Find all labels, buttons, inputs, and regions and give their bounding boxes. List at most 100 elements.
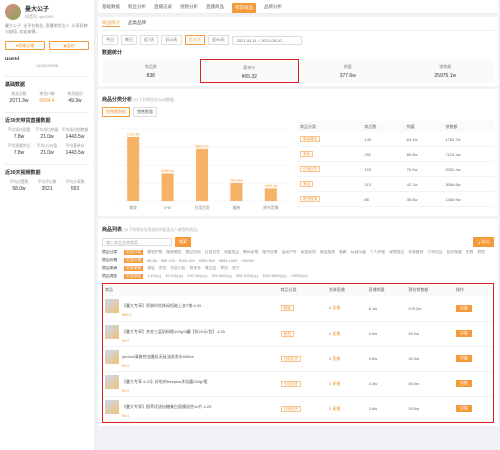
filter-option[interactable]: 唯品会: [205, 266, 216, 271]
category-tag[interactable]: 图书音像: [300, 196, 321, 202]
filter-option[interactable]: ¥50-100: [161, 259, 175, 263]
filter-option[interactable]: 玩具乐器: [351, 250, 366, 255]
filter-option[interactable]: 母婴用品: [224, 250, 239, 255]
subtab-category[interactable]: 品类品牌: [128, 20, 146, 27]
product-thumbnail[interactable]: [105, 349, 119, 364]
filter-option[interactable]: 500-1000(元): [236, 274, 258, 279]
filter-option[interactable]: 家装建材: [408, 250, 423, 255]
table-row: 图书音像 88 45.6w 1406.9w: [298, 191, 494, 207]
filter-option[interactable]: 食品饮料: [186, 250, 201, 255]
live-link[interactable]: 直播: [332, 331, 340, 336]
chip-count[interactable]: 销售数量: [133, 107, 157, 117]
filter-option[interactable]: 医药保健: [447, 250, 462, 255]
bar[interactable]: [264, 188, 277, 201]
date-chip-7d[interactable]: 近7天: [140, 35, 159, 45]
filter-option[interactable]: 淘宝: [147, 266, 155, 271]
filter-option[interactable]: 珠宝配饰: [320, 250, 335, 255]
filter-option[interactable]: 生鲜: [466, 250, 474, 255]
bar[interactable]: [195, 148, 209, 201]
stat-label: 平均客单价: [65, 144, 85, 148]
live-link[interactable]: 直播: [332, 381, 340, 386]
filter-option[interactable]: ¥0-50: [147, 259, 157, 263]
product-thumbnail[interactable]: [105, 399, 119, 414]
follow-button[interactable]: ♥ 收藏企播: [5, 41, 45, 50]
product-name[interactable]: 【曼大专享 4.20】好吃的freeplus沐浴露250g*瓶: [122, 379, 208, 384]
subtab-stats[interactable]: 商品统计: [102, 20, 120, 27]
filter-option[interactable]: 1000-5000(元): [262, 274, 286, 279]
live-link[interactable]: 直播: [332, 356, 340, 361]
category-tag[interactable]: 服装箱包: [300, 136, 321, 142]
date-chip-yesterday[interactable]: 昨日: [121, 35, 137, 45]
tab-video[interactable]: 视频分析: [180, 4, 198, 13]
tab-brand[interactable]: 品牌分析: [264, 4, 282, 13]
filter-option[interactable]: 全部佣金: [124, 274, 144, 279]
filter-option[interactable]: 苏宁: [232, 266, 240, 271]
category-tag[interactable]: 日用百货: [300, 166, 321, 172]
date-chip-30d[interactable]: 近30天: [184, 35, 206, 45]
filter-option[interactable]: 全部价格: [124, 258, 144, 263]
filter-option[interactable]: 汽车用品: [427, 250, 442, 255]
filter-option[interactable]: 数码家电: [243, 250, 258, 255]
tab-live-products[interactable]: 直播商品: [206, 4, 224, 13]
tab-goods[interactable]: 带货商品: [232, 3, 256, 13]
date-chip-15d[interactable]: 近15天: [161, 35, 182, 45]
search-input[interactable]: 输入商品名称搜索: [102, 238, 172, 246]
detail-button[interactable]: 详情: [456, 355, 472, 362]
filter-option[interactable]: 300-500(元): [212, 274, 232, 279]
filter-option[interactable]: 鞋靴: [339, 250, 347, 255]
product-thumbnail[interactable]: [105, 324, 119, 339]
filter-option[interactable]: 图书音像: [262, 250, 277, 255]
filter-option[interactable]: 美妆护肤: [147, 250, 162, 255]
filter-option[interactable]: 运动户外: [282, 250, 297, 255]
tab-live-records[interactable]: 直播记录: [154, 4, 172, 13]
filter-option[interactable]: >¥1000: [241, 259, 254, 263]
filter-option[interactable]: ¥100-300: [179, 259, 195, 263]
product-name[interactable]: 【曼大专享】植萃优选抗糖美白面膜组合10片 4.20: [122, 404, 211, 409]
date-chip-today[interactable]: 今日: [102, 35, 118, 45]
bar[interactable]: [127, 136, 140, 201]
product-name[interactable]: yunhuli清爽控油蓬松无硅油洗发水500ml: [122, 354, 194, 359]
cell: 140: [362, 132, 405, 147]
monitor-button[interactable]: ◉ 监控: [49, 41, 89, 50]
live-link[interactable]: 直播: [332, 305, 340, 310]
filter-option[interactable]: 10-100(元): [165, 274, 183, 279]
category-tag[interactable]: 食品: [300, 181, 314, 187]
search-button[interactable]: 搜索: [175, 237, 191, 247]
live-link[interactable]: 直播: [332, 406, 340, 411]
filter-option[interactable]: ¥300-500: [199, 259, 215, 263]
filter-option[interactable]: 京东: [159, 266, 167, 271]
filter-option[interactable]: 全部分类: [124, 250, 144, 255]
filter-option[interactable]: 服装箱包: [166, 250, 181, 255]
bar[interactable]: [230, 182, 243, 201]
detail-button[interactable]: 详情: [456, 304, 472, 312]
filter-option[interactable]: 家居家纺: [301, 250, 316, 255]
product-thumbnail[interactable]: [105, 299, 119, 314]
detail-button[interactable]: 详情: [456, 330, 472, 337]
filter-option[interactable]: 个人护理: [370, 250, 385, 255]
filter-option[interactable]: 日用百货: [205, 250, 220, 255]
export-button[interactable]: ⤓ 导出: [473, 237, 494, 247]
tab-basic[interactable]: 基础数据: [102, 4, 120, 13]
filter-option[interactable]: 100-300(元): [187, 274, 207, 279]
date-chip-90d[interactable]: 近90天: [208, 35, 229, 45]
sales-cell: 3.8w: [366, 396, 407, 422]
category-tag[interactable]: 美妆: [300, 151, 314, 157]
filter-option[interactable]: >5000(元): [291, 274, 308, 279]
tab-fans[interactable]: 粉丝分析: [128, 4, 146, 13]
product-thumbnail[interactable]: [105, 374, 119, 389]
product-name[interactable]: 【曼大专享】男装时尚休闲短袖上衣T恤 4.20: [122, 303, 201, 308]
filter-option[interactable]: ¥500-1000: [219, 259, 237, 263]
chip-amount[interactable]: 销售额数据: [102, 107, 130, 117]
filter-option[interactable]: 抖音小店: [170, 266, 185, 271]
detail-button[interactable]: 详情: [456, 405, 472, 412]
filter-option[interactable]: 考拉: [220, 266, 228, 271]
detail-button[interactable]: 详情: [456, 380, 472, 387]
bar[interactable]: [161, 173, 174, 201]
date-range-input[interactable]: 2021-04-11 ~ 2021-05-10: [231, 35, 302, 45]
filter-option[interactable]: 全部来源: [124, 266, 144, 271]
filter-option[interactable]: 宠物用品: [389, 250, 404, 255]
filter-option[interactable]: 拼多多: [190, 266, 201, 271]
product-name[interactable]: 【曼大专享】合金三层奶粉格100g*6罐【仅20元/包】 4.20: [122, 329, 225, 334]
filter-option[interactable]: 1-10(元): [147, 274, 161, 279]
filter-option[interactable]: 其他: [477, 250, 485, 255]
